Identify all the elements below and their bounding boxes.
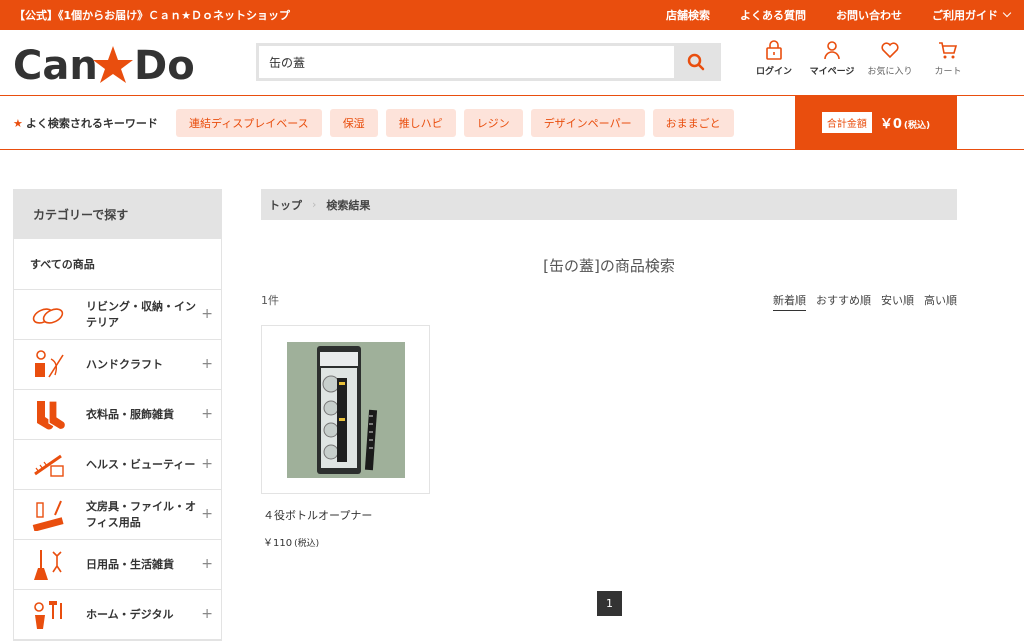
product-price: ￥110 (税込) [261, 534, 430, 549]
sidebar-item-handcraft[interactable]: ハンドクラフト + [14, 340, 221, 390]
user-icon [824, 41, 840, 60]
keyword-bar: ★ よく検索されるキーワード 連結ディスプレイベース 保湿 推しハピ レジン デザ… [0, 95, 1024, 150]
chevron-right-icon: › [312, 198, 317, 211]
mypage-button[interactable]: マイページ [803, 40, 861, 77]
svg-text:Can: Can [13, 43, 98, 84]
plus-icon[interactable]: + [201, 606, 213, 622]
faq-link[interactable]: よくある質問 [740, 7, 806, 23]
top-links: 店舗検索 よくある質問 お問い合わせ ご利用ガイド [666, 7, 1012, 23]
favorites-label: お気に入り [867, 67, 913, 77]
sidebar-item-label: ホーム・デジタル [86, 607, 174, 621]
sort-expensive[interactable]: 高い順 [924, 292, 957, 311]
mypage-label: マイページ [809, 67, 855, 77]
cart-total-tax: (税込) [903, 121, 931, 131]
login-label: ログイン [755, 67, 792, 77]
sidebar-item-label: ヘルス・ビューティー [86, 457, 196, 471]
cart-total-amount: ￥0 [879, 117, 902, 132]
top-announcement-bar: 【公式】《1個からお届け》Ｃａｎ★Ｄｏネットショップ 店舗検索 よくある質問 お… [0, 0, 1024, 30]
keyword-chip[interactable]: 推しハピ [385, 109, 456, 137]
keyword-chip[interactable]: 連結ディスプレイベース [176, 109, 322, 137]
plus-icon[interactable]: + [201, 556, 213, 572]
sidebar-item-all[interactable]: すべての商品 [14, 239, 221, 290]
keyword-list: 連結ディスプレイベース 保湿 推しハピ レジン デザインペーパー おままごと [176, 109, 734, 137]
site-header: Can Do ログイン マイページ [0, 30, 1024, 95]
sidebar-item-label: リビング・収納・インテリア [86, 299, 196, 329]
star-icon: ★ [13, 117, 23, 130]
sidebar-item-health[interactable]: ヘルス・ビューティー + [14, 440, 221, 490]
login-button[interactable]: ログイン [745, 40, 803, 77]
cando-logo[interactable]: Can Do [13, 42, 199, 84]
keyword-chip[interactable]: レジン [463, 109, 523, 137]
product-price-tax: (税込) [294, 539, 320, 549]
category-sidebar: カテゴリーで探す すべての商品 リビング・収納・インテリア + ハンドクラフト … [13, 189, 222, 641]
keyword-chip[interactable]: デザインペーパー [530, 109, 645, 137]
broom-icon [27, 547, 71, 583]
breadcrumb-current: 検索結果 [326, 198, 371, 212]
svg-text:Do: Do [134, 43, 195, 84]
keyword-title-text: よく検索されるキーワード [25, 117, 158, 130]
cart-total[interactable]: 合計金額 ￥0 (税込) [795, 95, 957, 150]
sidebar-heading: カテゴリーで探す [14, 190, 221, 239]
stationery-icon [27, 497, 71, 533]
breadcrumb-top[interactable]: トップ [269, 197, 302, 213]
product-name[interactable]: ４役ボトルオープナー [261, 507, 430, 523]
cart-total-label: 合計金額 [821, 112, 872, 133]
cart-button[interactable]: カート [919, 40, 977, 77]
product-image[interactable] [261, 325, 430, 494]
search-input[interactable] [259, 46, 674, 78]
plus-icon[interactable]: + [201, 406, 213, 422]
product-price-amount: ￥110 [263, 538, 293, 549]
sort-newest[interactable]: 新着順 [773, 292, 806, 311]
page-title: [缶の蓋]の商品検索 [543, 257, 675, 275]
shop-tagline: 【公式】《1個からお届け》Ｃａｎ★Ｄｏネットショップ [14, 9, 291, 22]
socks-icon [27, 397, 71, 433]
sort-options: 新着順 おすすめ順 安い順 高い順 [773, 292, 957, 311]
breadcrumb: トップ › 検索結果 [261, 189, 957, 220]
contact-link[interactable]: お問い合わせ [836, 7, 902, 23]
cart-total-value: ￥0 (税込) [880, 113, 930, 132]
cart-icon [939, 42, 958, 59]
sidebar-item-home-digital[interactable]: ホーム・デジタル + [14, 590, 221, 640]
sidebar-item-living[interactable]: リビング・収納・インテリア + [14, 290, 221, 340]
sidebar-item-daily[interactable]: 日用品・生活雑貨 + [14, 540, 221, 590]
plus-icon[interactable]: + [201, 456, 213, 472]
plus-icon[interactable]: + [201, 506, 213, 522]
heart-icon [881, 42, 899, 59]
keyword-chip[interactable]: おままごと [652, 109, 734, 137]
keyword-title: ★ よく検索されるキーワード [13, 115, 158, 131]
sort-recommended[interactable]: おすすめ順 [816, 292, 871, 311]
craft-icon [27, 347, 71, 383]
product-card[interactable]: ４役ボトルオープナー ￥110 (税込) [261, 325, 430, 549]
search-box [256, 43, 721, 81]
guide-link-label: ご利用ガイド [932, 9, 998, 22]
keyword-chip[interactable]: 保湿 [329, 109, 378, 137]
sidebar-item-label: ハンドクラフト [86, 357, 163, 371]
tools-icon [27, 597, 71, 633]
chevron-down-icon [1002, 8, 1012, 18]
bottle-opener-photo [286, 341, 405, 478]
lock-icon [766, 40, 782, 60]
pagination-current-page[interactable]: 1 [597, 591, 622, 616]
comb-icon [27, 447, 71, 483]
sidebar-item-clothing[interactable]: 衣料品・服飾雑貨 + [14, 390, 221, 440]
sidebar-item-label: 日用品・生活雑貨 [86, 557, 174, 571]
slippers-icon [27, 297, 71, 333]
store-search-link[interactable]: 店舗検索 [666, 7, 710, 23]
header-actions: ログイン マイページ お気に入り カート [745, 40, 977, 77]
favorites-button[interactable]: お気に入り [861, 40, 919, 77]
sort-cheapest[interactable]: 安い順 [881, 292, 914, 311]
sidebar-item-label: 衣料品・服飾雑貨 [86, 407, 174, 421]
search-button[interactable] [674, 46, 718, 78]
plus-icon[interactable]: + [201, 356, 213, 372]
cart-label: カート [934, 67, 962, 77]
plus-icon[interactable]: + [201, 306, 213, 322]
sidebar-item-label: 文房具・ファイル・オフィス用品 [86, 499, 196, 529]
sidebar-item-stationery[interactable]: 文房具・ファイル・オフィス用品 + [14, 490, 221, 540]
result-count: 1件 [261, 294, 279, 307]
search-icon [687, 53, 705, 71]
guide-link[interactable]: ご利用ガイド [932, 7, 1012, 23]
